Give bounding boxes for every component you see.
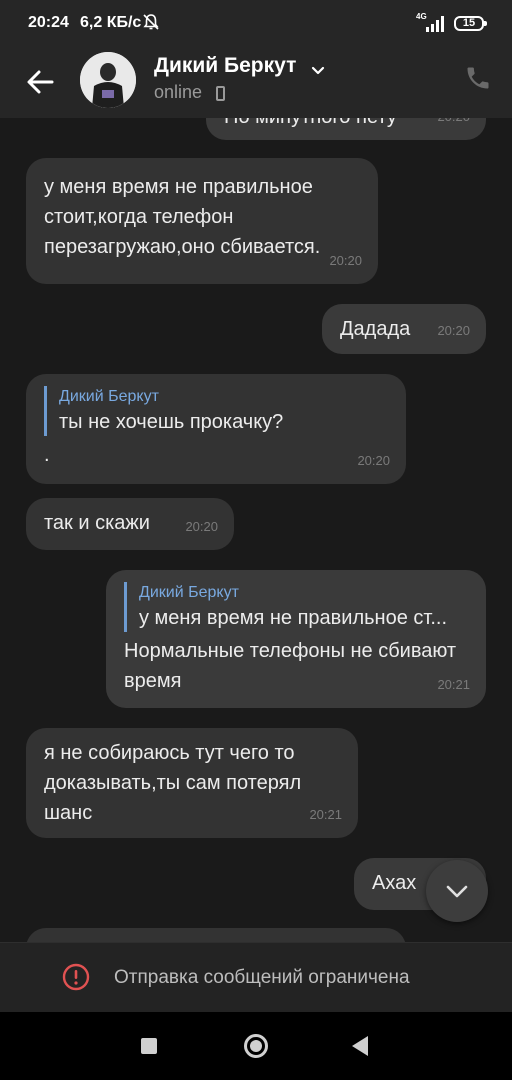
nav-back-button[interactable] (352, 1036, 368, 1056)
battery-icon: 15 (454, 16, 487, 31)
message-incoming[interactable] (26, 928, 406, 942)
warning-icon (62, 963, 90, 991)
recent-apps-button[interactable] (141, 1038, 157, 1054)
message-text: Но минутного нету (224, 118, 397, 128)
chat-header: Дикий Беркут online (0, 46, 512, 118)
contact-name[interactable]: Дикий Беркут (154, 54, 296, 78)
reply-quote[interactable]: Дикий Беркут у меня время не правильное … (124, 582, 468, 632)
chevron-down-icon[interactable] (310, 62, 326, 78)
message-time: 20:20 (357, 453, 390, 468)
signal-icon (426, 16, 444, 32)
back-arrow-icon[interactable] (22, 64, 58, 100)
message-incoming[interactable]: у меня время не правильное стоит,когда т… (26, 158, 378, 284)
device-icon (216, 86, 225, 101)
system-nav-bar (0, 1012, 512, 1080)
message-text: у меня время не правильное стоит,когда т… (44, 176, 321, 258)
reply-author: Дикий Беркут (139, 584, 239, 601)
messaging-restricted-bar: Отправка сообщений ограничена (0, 942, 512, 1013)
status-bar: 20:24 6,2 КБ/с 4G 15 (0, 0, 512, 46)
message-outgoing[interactable]: Дадада 20:20 (322, 304, 486, 354)
message-time: 20:20 (185, 519, 218, 534)
message-outgoing-reply[interactable]: Дикий Беркут у меня время не правильное … (106, 570, 486, 708)
reply-text: ты не хочешь прокачку? (59, 411, 284, 433)
message-incoming[interactable]: так и скажи 20:20 (26, 498, 234, 550)
message-time: 20:21 (309, 807, 342, 822)
scroll-down-button[interactable] (426, 860, 488, 922)
message-text: я не собираюсь тут чего то доказывать,ты… (44, 742, 302, 824)
message-text: Дадада (340, 318, 411, 340)
clock: 20:24 (28, 14, 69, 31)
online-status: online (154, 82, 203, 102)
message-text: Нормальные телефоны не сбивают время (124, 640, 457, 692)
message-text: . (44, 444, 50, 466)
message-list[interactable]: Но минутного нету 20:20 у меня время не … (0, 118, 512, 942)
reply-text: у меня время не правильное ст... (139, 607, 448, 629)
message-time: 20:20 (437, 323, 470, 338)
avatar-image (80, 52, 136, 108)
message-text: так и скажи (44, 512, 150, 534)
message-time: 20:21 (437, 677, 470, 692)
restriction-text: Отправка сообщений ограничена (114, 967, 410, 988)
message-outgoing[interactable]: Но минутного нету 20:20 (206, 118, 486, 140)
message-incoming[interactable]: я не собираюсь тут чего то доказывать,ты… (26, 728, 358, 838)
network-speed: 6,2 КБ/с (80, 14, 142, 31)
message-time: 20:20 (437, 118, 470, 132)
avatar[interactable] (80, 52, 136, 108)
reply-quote[interactable]: Дикий Беркут ты не хочешь прокачку? (44, 386, 388, 436)
message-time: 20:20 (329, 253, 362, 268)
scroll-down-icon (446, 885, 468, 898)
muted-bell-icon (143, 14, 159, 30)
phone-icon[interactable] (464, 64, 492, 92)
home-button[interactable] (244, 1034, 268, 1058)
reply-author: Дикий Беркут (59, 388, 159, 405)
message-incoming-reply[interactable]: Дикий Беркут ты не хочешь прокачку? . 20… (26, 374, 406, 484)
message-text: Ахах (372, 872, 417, 894)
